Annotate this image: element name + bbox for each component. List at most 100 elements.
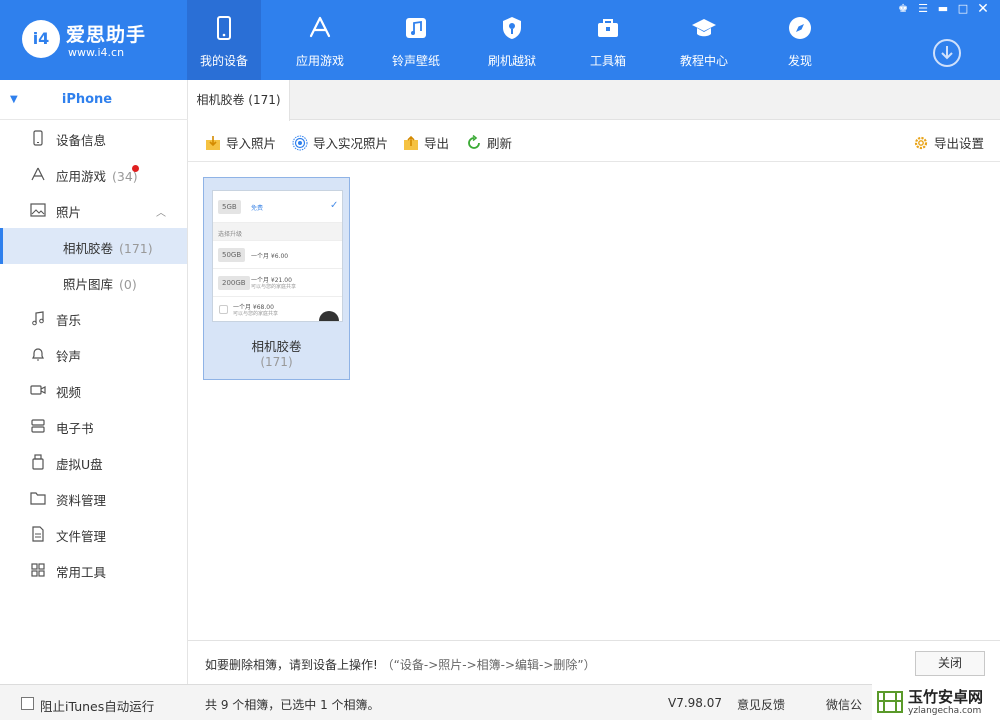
notice-hint: （“设备->照片->相簿->编辑->删除”） (381, 658, 596, 672)
thumb-row: 200GB 一个月 ¥21.00 可以与您的家庭共享 (213, 269, 342, 297)
import-live-photos-button[interactable]: 导入实况照片 (292, 133, 388, 151)
logo-name: 爱思助手 (66, 24, 147, 46)
sidebar-item-label: 应用游戏 (56, 169, 107, 184)
import-folder-icon (206, 136, 220, 150)
thumb-checkbox (219, 305, 228, 314)
ebook-icon (31, 419, 45, 433)
music-icon (32, 311, 44, 326)
notice-message: 如要删除相簿，请到设备上操作! （“设备->照片->相簿->编辑->删除”） (205, 656, 596, 673)
graduation-cap-icon (692, 19, 716, 37)
download-button[interactable] (933, 39, 961, 67)
feedback-link[interactable]: 意见反馈 (737, 696, 785, 713)
sidebar-item-ringtones[interactable]: 铃声 (0, 336, 187, 372)
import-photos-button[interactable]: 导入照片 (205, 133, 276, 151)
toolbox-icon (598, 19, 618, 37)
key-shield-icon (503, 17, 521, 39)
nav-tutorials[interactable]: 教程中心 (667, 0, 741, 80)
block-itunes-label[interactable]: 阻止iTunes自动运行 (40, 696, 154, 715)
live-photo-icon (292, 135, 308, 151)
compass-icon (789, 17, 811, 39)
sidebar-item-ebooks[interactable]: 电子书 (0, 408, 187, 444)
usb-drive-icon (32, 454, 44, 470)
sidebar-item-common-tools[interactable]: 常用工具 (0, 552, 187, 588)
version-label: V7.98.07 (668, 696, 723, 710)
gear-icon (914, 136, 928, 150)
nav-ringtones-wallpapers[interactable]: 铃声壁纸 (379, 0, 453, 80)
menu-icon: ☰ (918, 2, 928, 15)
sidebar-item-text: 相机胶卷 (171) (63, 238, 153, 257)
music-note-icon (406, 18, 426, 38)
album-thumbnail: 5GB 免费 ✓ 选择升级 50GB 一个月 ¥6.00 200GB 一个月 ¥… (212, 190, 343, 322)
close-notice-button[interactable]: 关闭 (915, 651, 985, 676)
minimize-button[interactable]: ▬ (935, 2, 951, 16)
thumb-text: 免费 (251, 205, 264, 212)
close-icon: ✕ (977, 1, 989, 17)
export-label: 导出 (424, 136, 450, 151)
nav-discover[interactable]: 发现 (763, 0, 837, 80)
tab-camera-roll[interactable]: 相机胶卷 (171) (188, 80, 290, 121)
export-folder-icon (404, 135, 418, 150)
import-live-photos-label: 导入实况照片 (313, 136, 389, 151)
sidebar-item-label: 视频 (56, 385, 82, 400)
sidebar-item-label: 照片图库 (63, 277, 114, 292)
export-settings-button[interactable]: 导出设置 (913, 133, 984, 151)
menu-button[interactable]: ☰ (915, 2, 931, 16)
chevron-up-icon[interactable]: ︿ (156, 204, 166, 219)
video-icon (30, 385, 46, 395)
sidebar-item-photo-library[interactable]: 照片图库 (0) (0, 264, 187, 300)
refresh-button[interactable]: 刷新 (466, 133, 512, 151)
thumb-pill: 200GB (218, 276, 250, 290)
nav-label: 铃声壁纸 (391, 54, 440, 68)
sidebar-item-text: 照片图库 (0) (63, 274, 137, 293)
watermark-url: yzlangecha.com (908, 706, 982, 716)
sidebar-item-count: (0) (119, 277, 137, 292)
toolbar: 导入照片 导入实况照片 导出 刷新 导出设置 (188, 121, 1000, 162)
shirt-icon: ♚ (898, 2, 908, 15)
refresh-label: 刷新 (487, 136, 513, 151)
thumb-subtext: 可以与您的家庭共享 (233, 311, 279, 317)
logo-url: www.i4.cn (68, 46, 125, 59)
block-itunes-checkbox[interactable] (21, 697, 34, 710)
notification-badge (132, 165, 139, 172)
sidebar-item-virtual-usb[interactable]: 虚拟U盘 (0, 444, 187, 480)
refresh-icon (468, 135, 480, 149)
sidebar-item-camera-roll[interactable]: 相机胶卷 (171) (0, 228, 187, 264)
minimize-icon: ▬ (937, 2, 949, 15)
device-selector[interactable]: ▼ iPhone (0, 80, 188, 120)
import-photos-label: 导入照片 (226, 136, 277, 151)
nav-label: 工具箱 (589, 54, 626, 68)
nav-label: 教程中心 (679, 54, 728, 68)
sidebar-item-video[interactable]: 视频 (0, 372, 187, 408)
nav-apps-games[interactable]: 应用游戏 (283, 0, 357, 80)
nav-my-device[interactable]: 我的设备 (187, 0, 261, 80)
thumb-text: 一个月 ¥6.00 (251, 253, 289, 260)
thumb-row: 5GB 免费 ✓ (213, 191, 342, 223)
sidebar-item-apps[interactable]: 应用游戏 (34) (0, 156, 187, 192)
nav-label: 刷机越狱 (487, 54, 536, 68)
file-icon (32, 526, 44, 542)
maximize-button[interactable]: □ (955, 2, 971, 16)
nav-toolbox[interactable]: 工具箱 (571, 0, 645, 80)
photo-icon (30, 203, 46, 217)
thumb-circle-button (319, 311, 339, 321)
sidebar-item-file-management[interactable]: 文件管理 (0, 516, 187, 552)
checkmark-icon: ✓ (330, 200, 339, 211)
thumb-subtext: 可以与您的家庭共享 (251, 284, 297, 290)
device-info-icon (33, 130, 43, 146)
sidebar-item-data-management[interactable]: 资料管理 (0, 480, 187, 516)
close-window-button[interactable]: ✕ (975, 2, 991, 16)
top-bar: i4 爱思助手 www.i4.cn 我的设备 应用游戏 铃声壁纸 刷机越狱 工具… (0, 0, 1000, 80)
wechat-link[interactable]: 微信公 (826, 696, 862, 713)
album-card[interactable]: 5GB 免费 ✓ 选择升级 50GB 一个月 ¥6.00 200GB 一个月 ¥… (203, 177, 350, 380)
sidebar-item-photos[interactable]: 照片 ︿ (0, 192, 187, 228)
sidebar-item-device-info[interactable]: 设备信息 (0, 120, 187, 156)
thumb-section-label: 选择升级 (218, 231, 243, 238)
skin-button[interactable]: ♚ (895, 2, 911, 16)
nav-flash-jailbreak[interactable]: 刷机越狱 (475, 0, 549, 80)
sidebar-item-music[interactable]: 音乐 (0, 300, 187, 336)
export-button[interactable]: 导出 (403, 133, 449, 151)
sidebar-item-label: 常用工具 (56, 565, 107, 580)
tab-bar: 相机胶卷 (171) (188, 80, 1000, 121)
nav-label: 发现 (787, 54, 812, 68)
phone-icon (217, 16, 231, 40)
